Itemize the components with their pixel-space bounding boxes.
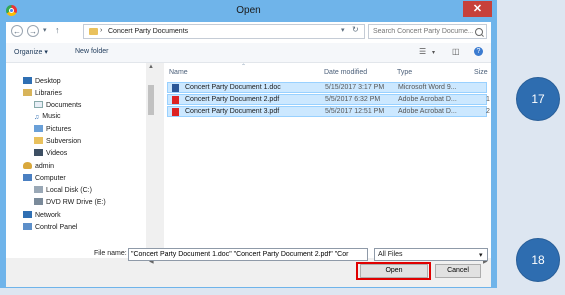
search-input[interactable] (373, 26, 473, 37)
forward-button[interactable]: → (27, 25, 39, 37)
cancel-button[interactable]: Cancel (435, 264, 481, 278)
column-header-date[interactable]: Date modified (324, 69, 367, 76)
folder-icon (89, 28, 98, 35)
drive-icon (34, 186, 43, 193)
nav-item-desktop[interactable]: Desktop (23, 77, 61, 85)
preview-pane-icon[interactable]: ◫ (452, 47, 460, 56)
address-row: ← → ▾ ↑ › Concert Party Documents ▾ ↻ (6, 22, 491, 43)
nav-item-computer[interactable]: Computer (23, 174, 66, 182)
file-type-select[interactable]: All Files ▾ (374, 248, 488, 261)
organize-button[interactable]: Organize ▾ (14, 48, 48, 56)
address-bar[interactable]: › Concert Party Documents (83, 24, 365, 39)
nav-item-network[interactable]: Network (23, 211, 61, 219)
close-button[interactable]: ✕ (463, 1, 492, 17)
pdf-icon (172, 108, 179, 116)
user-icon (23, 162, 32, 169)
up-arrow-icon[interactable]: ↑ (55, 25, 60, 35)
nav-item-libraries[interactable]: Libraries (23, 89, 62, 97)
window-title: Open (236, 5, 261, 16)
recent-locations-icon[interactable]: ▾ (43, 26, 47, 34)
file-list: ⌃ Name Date modified Type Size Concert P… (164, 63, 491, 258)
documents-icon (34, 101, 43, 108)
help-icon[interactable]: ? (474, 47, 483, 56)
nav-item-control-panel[interactable]: Control Panel (23, 223, 77, 231)
nav-item-pictures[interactable]: Pictures (34, 125, 71, 133)
navigation-pane: Desktop Libraries Documents ♫ Music Pictu… (6, 63, 156, 258)
open-button-highlight (356, 262, 431, 280)
step-callout-17: 17 (516, 77, 560, 121)
dialog-body: ← → ▾ ↑ › Concert Party Documents ▾ ↻ Or… (6, 22, 491, 287)
scroll-up-icon[interactable]: ▲ (148, 64, 154, 70)
music-icon: ♫ (34, 114, 40, 121)
column-header-type[interactable]: Type (397, 69, 412, 76)
nav-item-videos[interactable]: Videos (34, 149, 67, 157)
table-row[interactable]: Concert Party Document 3.pdf 5/5/2017 12… (167, 106, 490, 117)
library-icon (23, 89, 32, 96)
breadcrumb-chevron-icon: › (100, 27, 103, 34)
table-row[interactable]: Concert Party Document 2.pdf 5/5/2017 6:… (167, 94, 490, 105)
nav-item-documents[interactable]: Documents (34, 101, 81, 109)
nav-item-local-disk[interactable]: Local Disk (C:) (34, 186, 92, 194)
back-button[interactable]: ← (11, 25, 23, 37)
step-callout-18: 18 (516, 238, 560, 282)
refresh-icon[interactable]: ↻ (352, 25, 359, 34)
nav-item-dvd-drive[interactable]: DVD RW Drive (E:) (34, 198, 106, 206)
column-header-size[interactable]: Size (474, 69, 488, 76)
network-icon (23, 211, 32, 218)
table-row[interactable]: Concert Party Document 1.doc 5/15/2017 3… (167, 82, 487, 93)
control-panel-icon (23, 223, 32, 230)
breadcrumb: Concert Party Documents (108, 28, 189, 35)
desktop-icon (23, 77, 32, 84)
pictures-icon (34, 125, 43, 132)
videos-icon (34, 149, 43, 156)
dvd-icon (34, 198, 43, 205)
folder-icon (34, 137, 43, 144)
view-dropdown-icon[interactable]: ▾ (432, 49, 435, 56)
new-folder-button[interactable]: New folder (75, 48, 108, 55)
title-bar[interactable]: Open ✕ (0, 0, 497, 22)
word-doc-icon (172, 84, 179, 92)
computer-icon (23, 174, 32, 181)
scroll-thumb[interactable] (148, 85, 154, 115)
search-icon (475, 28, 483, 36)
pdf-icon (172, 96, 179, 104)
address-dropdown-icon[interactable]: ▾ (341, 26, 345, 34)
view-options-icon[interactable]: ☰ (419, 47, 426, 56)
nav-item-music[interactable]: ♫ Music (34, 113, 61, 121)
navigation-scrollbar[interactable]: ▲ ▼ (146, 63, 156, 258)
open-dialog: Open ✕ ← → ▾ ↑ › Concert Party Documents… (0, 0, 497, 288)
search-box[interactable] (368, 24, 487, 39)
file-name-input[interactable] (128, 248, 368, 261)
column-header-name[interactable]: Name (169, 69, 188, 76)
nav-item-subversion[interactable]: Subversion (34, 137, 81, 145)
sort-indicator-icon: ⌃ (241, 64, 247, 70)
chevron-down-icon: ▾ (479, 252, 483, 259)
command-bar: Organize ▾ New folder ☰ ▾ ◫ ? (6, 43, 491, 63)
file-name-label: File name: (94, 250, 127, 257)
nav-item-admin[interactable]: admin (23, 162, 54, 170)
